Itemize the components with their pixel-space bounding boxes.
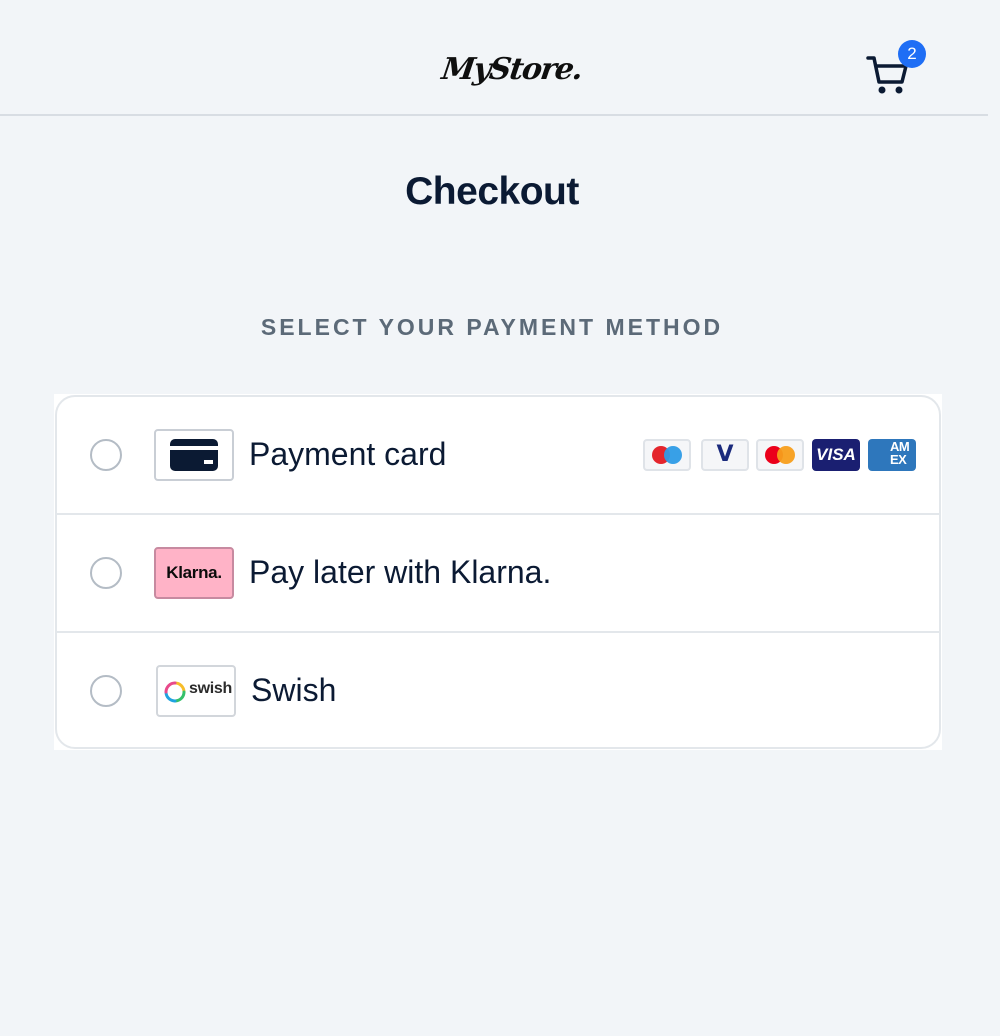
payment-method-card[interactable]: Payment card V VISA AM EX xyxy=(57,397,939,515)
payment-methods-panel: Payment card V VISA AM EX Klarna. Pay la… xyxy=(55,395,941,749)
swish-label: Swish xyxy=(251,672,337,708)
mastercard-icon xyxy=(756,439,804,471)
card-shape xyxy=(170,439,218,471)
visa-mark: VISA xyxy=(816,445,856,464)
card-radio[interactable] xyxy=(90,439,122,471)
page-title: Checkout xyxy=(405,170,579,213)
swish-ring-icon xyxy=(164,681,186,703)
maestro-blue-circle xyxy=(664,446,682,464)
card-label: Payment card xyxy=(249,436,447,472)
payment-method-klarna[interactable]: Klarna. Pay later with Klarna. xyxy=(57,515,939,633)
swish-wordmark: swish xyxy=(189,680,232,697)
klarna-radio[interactable] xyxy=(90,557,122,589)
amex-mark: AM EX xyxy=(890,439,910,467)
maestro-icon xyxy=(643,439,691,471)
credit-card-icon xyxy=(154,429,234,481)
visa-icon: VISA xyxy=(812,439,860,471)
klarna-label: Pay later with Klarna. xyxy=(249,554,552,590)
site-header: MyStore. 2 xyxy=(0,0,988,116)
vpay-icon: V xyxy=(701,439,749,471)
vpay-mark: V xyxy=(716,442,734,467)
payment-method-swish[interactable]: swish Swish xyxy=(57,633,939,751)
mastercard-orange-circle xyxy=(777,446,795,464)
swish-radio[interactable] xyxy=(90,675,122,707)
store-logo[interactable]: MyStore. xyxy=(440,52,584,87)
payment-section-heading: SELECT YOUR PAYMENT METHOD xyxy=(260,314,724,340)
amex-icon: AM EX xyxy=(868,439,916,471)
cart-count-badge: 2 xyxy=(898,40,926,68)
swish-icon: swish xyxy=(156,665,236,717)
klarna-icon: Klarna. xyxy=(154,547,234,599)
payment-methods-list: Payment card V VISA AM EX Klarna. Pay la… xyxy=(54,394,942,750)
